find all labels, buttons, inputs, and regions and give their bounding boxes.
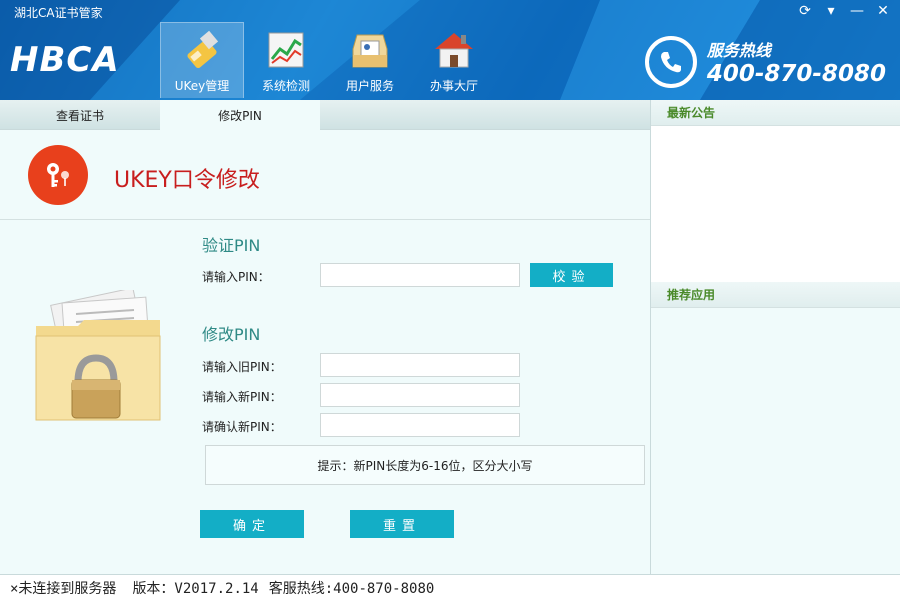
- key-icon: [28, 145, 88, 205]
- app-title: 湖北CA证书管家: [14, 6, 103, 20]
- side-panel: 最新公告 推荐应用: [650, 100, 900, 574]
- nav-label: 系统检测: [261, 79, 310, 93]
- minimize-icon[interactable]: —: [848, 2, 866, 20]
- nav-label: 办事大厅: [429, 79, 478, 93]
- hotline-number: 400-870-8080: [706, 61, 886, 87]
- locked-folder-icon: [35, 290, 161, 421]
- hbca-logo: HBCA: [10, 40, 120, 80]
- menu-icon[interactable]: ▾: [822, 2, 840, 20]
- confirm-pin-label: 请确认新PIN：: [202, 420, 282, 434]
- app-header: 湖北CA证书管家 ⟳ ▾ — ✕ HBCA UKey管理 系统检测 用户服务 办…: [0, 0, 900, 100]
- tab-view-certificate[interactable]: 查看证书: [0, 100, 160, 130]
- connection-status: ×未连接到服务器: [10, 580, 117, 597]
- ukey-icon: [187, 30, 219, 69]
- recommended-apps-header: 推荐应用: [651, 282, 900, 308]
- nav-label: UKey管理: [174, 79, 230, 93]
- phone-icon: [644, 36, 697, 88]
- reset-button[interactable]: 重置: [350, 510, 454, 538]
- pin-hint: 提示：新PIN长度为6-16位，区分大小写: [205, 445, 645, 485]
- announcements-list: [651, 126, 900, 282]
- support-hotline: 客服热线:400-870-8080: [268, 580, 435, 597]
- section-header: UKEY口令修改: [0, 130, 650, 220]
- new-pin-label: 请输入新PIN：: [202, 390, 282, 404]
- system-check-icon: [268, 32, 304, 68]
- verify-button[interactable]: 校验: [530, 263, 613, 287]
- hotline-label: 服务热线: [706, 41, 771, 60]
- tab-bar: 查看证书 修改PIN: [0, 100, 650, 130]
- service-hall-icon: [435, 33, 473, 68]
- recommended-apps-list: [651, 308, 900, 574]
- main-nav: UKey管理 系统检测 用户服务 办事大厅: [160, 22, 496, 98]
- pin-label: 请输入PIN：: [202, 270, 270, 284]
- nav-label: 用户服务: [345, 79, 394, 93]
- refresh-icon[interactable]: ⟳: [796, 2, 814, 20]
- announcements-header: 最新公告: [651, 100, 900, 126]
- close-icon[interactable]: ✕: [874, 2, 892, 20]
- nav-ukey-management[interactable]: UKey管理: [160, 22, 244, 98]
- user-service-icon: [352, 34, 388, 68]
- nav-user-service[interactable]: 用户服务: [328, 22, 412, 98]
- change-pin-title: 修改PIN: [202, 325, 261, 344]
- tab-change-pin[interactable]: 修改PIN: [160, 100, 320, 130]
- new-pin-input[interactable]: [320, 383, 520, 407]
- service-hotline: 服务热线 400-870-8080: [644, 36, 886, 88]
- confirm-button[interactable]: 确定: [200, 510, 304, 538]
- status-bar: ×未连接到服务器 版本：V2017.2.14 客服热线:400-870-8080: [0, 574, 900, 600]
- window-controls: ⟳ ▾ — ✕: [796, 2, 892, 20]
- old-pin-input[interactable]: [320, 353, 520, 377]
- confirm-pin-input[interactable]: [320, 413, 520, 437]
- version-text: 版本：V2017.2.14: [132, 580, 259, 597]
- nav-service-hall[interactable]: 办事大厅: [412, 22, 496, 98]
- pin-input[interactable]: [320, 263, 520, 287]
- verify-pin-title: 验证PIN: [202, 236, 261, 255]
- nav-system-check[interactable]: 系统检测: [244, 22, 328, 98]
- section-title: UKEY口令修改: [114, 168, 260, 193]
- old-pin-label: 请输入旧PIN：: [202, 360, 282, 374]
